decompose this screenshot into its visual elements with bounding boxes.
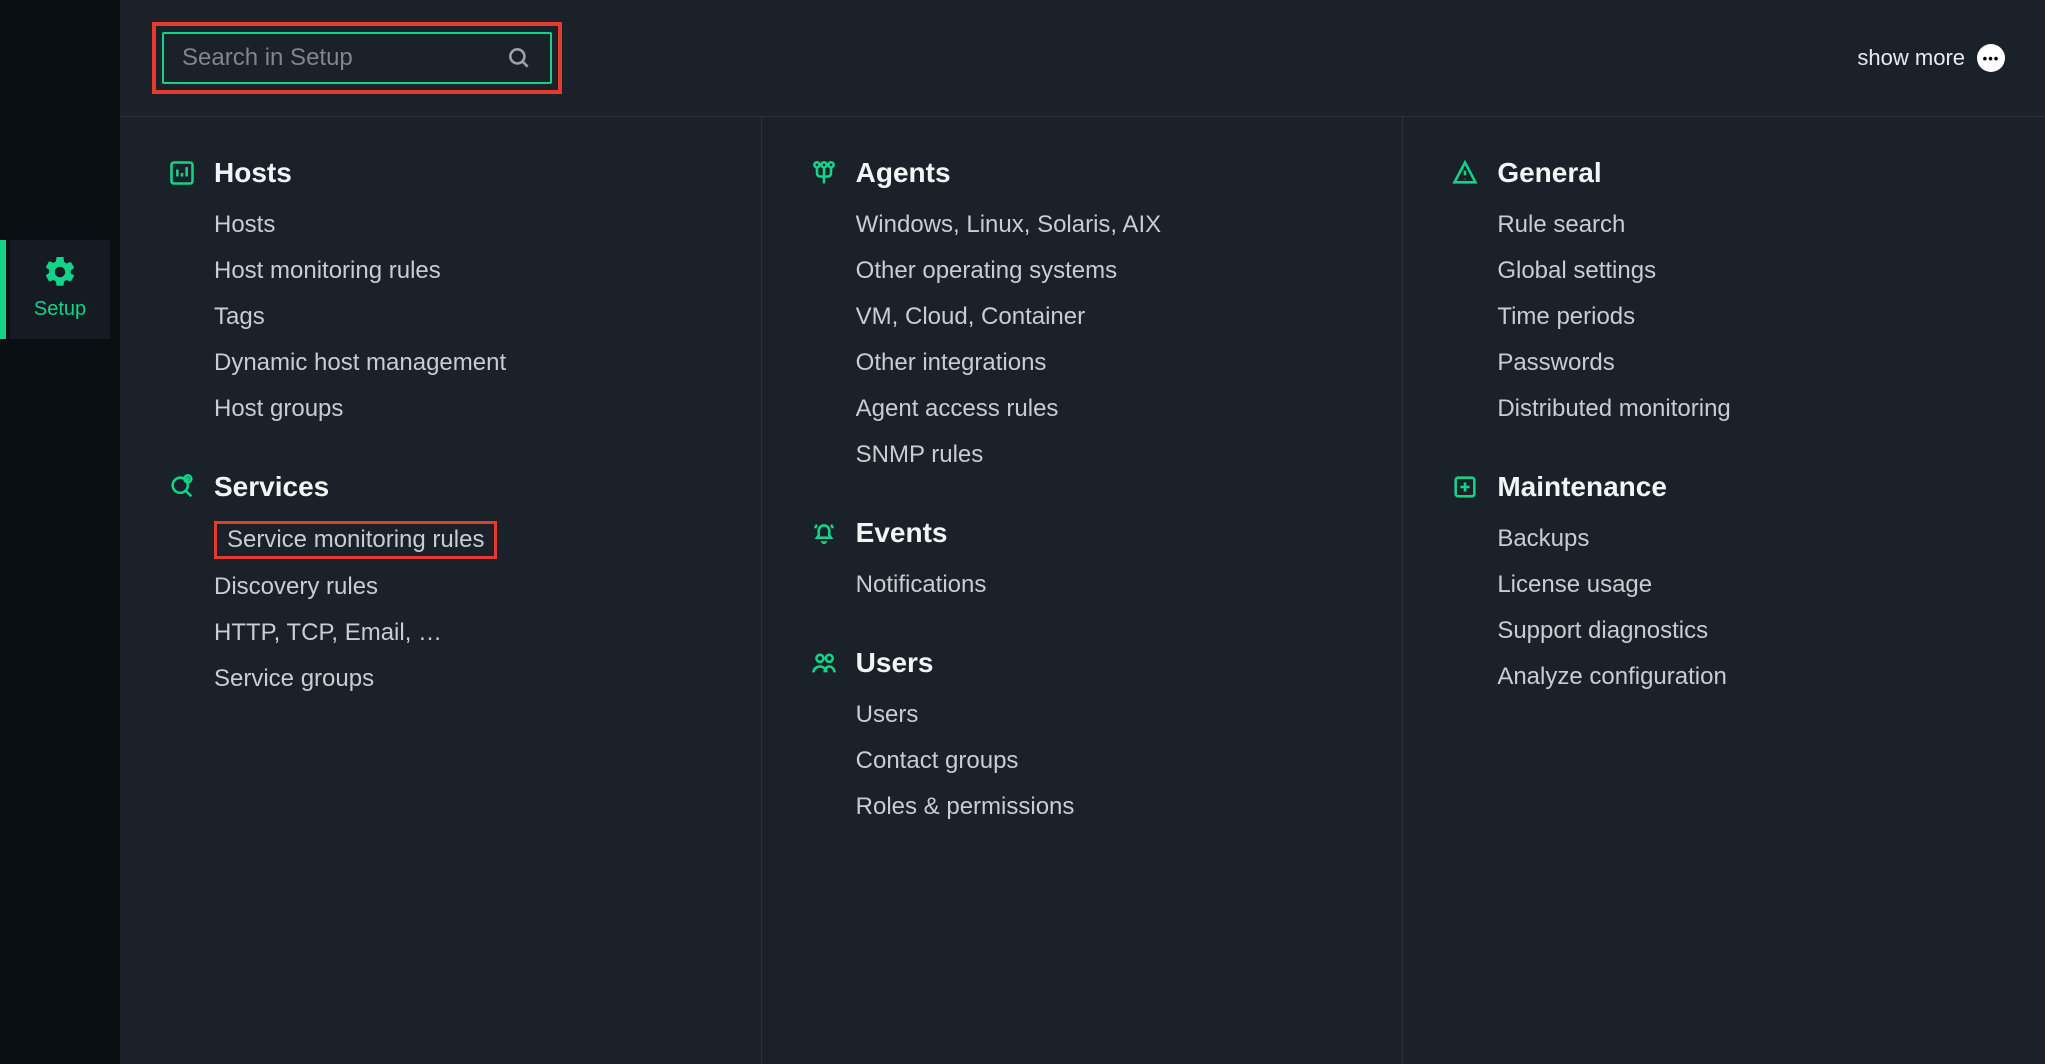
events-icon [810,519,838,547]
item-snmp-rules[interactable]: SNMP rules [856,437,1363,473]
section-general-title: General [1497,157,1601,189]
section-hosts-title: Hosts [214,157,292,189]
show-more-label: show more [1857,45,1965,71]
ellipsis-icon: ••• [1977,44,2005,72]
item-host-groups[interactable]: Host groups [214,391,721,427]
item-windows-linux-solaris-aix[interactable]: Windows, Linux, Solaris, AIX [856,207,1363,243]
column-1: Hosts Hosts Host monitoring rules Tags D… [120,117,762,1064]
item-tags[interactable]: Tags [214,299,721,335]
section-services-items: Service monitoring rules Discovery rules… [214,521,721,697]
item-http-tcp-email[interactable]: HTTP, TCP, Email, … [214,615,721,651]
maintenance-icon [1451,473,1479,501]
section-agents-header[interactable]: Agents [810,157,1363,189]
section-hosts-items: Hosts Host monitoring rules Tags Dynamic… [214,207,721,427]
item-other-integrations[interactable]: Other integrations [856,345,1363,381]
item-license-usage[interactable]: License usage [1497,567,2005,603]
section-general: General Rule search Global settings Time… [1451,157,2005,427]
item-service-groups[interactable]: Service groups [214,661,721,697]
section-maintenance-header[interactable]: Maintenance [1451,471,2005,503]
section-users: Users Users Contact groups Roles & permi… [810,647,1363,825]
item-discovery-rules[interactable]: Discovery rules [214,569,721,605]
gear-icon [42,254,78,290]
section-users-title: Users [856,647,934,679]
section-maintenance-items: Backups License usage Support diagnostic… [1497,521,2005,695]
section-events-title: Events [856,517,948,549]
show-more-button[interactable]: show more ••• [1857,44,2005,72]
section-users-items: Users Contact groups Roles & permissions [856,697,1363,825]
section-maintenance: Maintenance Backups License usage Suppor… [1451,471,2005,695]
column-2: Agents Windows, Linux, Solaris, AIX Othe… [762,117,1404,1064]
section-users-header[interactable]: Users [810,647,1363,679]
hosts-icon [168,159,196,187]
search-highlight-box [152,22,562,94]
general-icon [1451,159,1479,187]
search-icon [506,45,532,71]
section-agents: Agents Windows, Linux, Solaris, AIX Othe… [810,157,1363,473]
item-host-monitoring-rules[interactable]: Host monitoring rules [214,253,721,289]
item-dynamic-host-management[interactable]: Dynamic host management [214,345,721,381]
item-other-operating-systems[interactable]: Other operating systems [856,253,1363,289]
item-service-monitoring-rules[interactable]: Service monitoring rules [214,521,497,559]
item-distributed-monitoring[interactable]: Distributed monitoring [1497,391,2005,427]
section-hosts: Hosts Hosts Host monitoring rules Tags D… [168,157,721,427]
item-passwords[interactable]: Passwords [1497,345,2005,381]
item-time-periods[interactable]: Time periods [1497,299,2005,335]
item-support-diagnostics[interactable]: Support diagnostics [1497,613,2005,649]
section-general-header[interactable]: General [1451,157,2005,189]
main: show more ••• Hosts Hosts Host monitorin… [120,0,2045,1064]
section-events-header[interactable]: Events [810,517,1363,549]
users-icon [810,649,838,677]
section-events: Events Notifications [810,517,1363,603]
search-field[interactable] [162,32,552,84]
nav-setup-label: Setup [34,298,86,321]
topbar: show more ••• [120,0,2045,117]
item-rule-search[interactable]: Rule search [1497,207,2005,243]
nav-setup[interactable]: Setup [10,240,110,339]
item-contact-groups[interactable]: Contact groups [856,743,1363,779]
section-services-header[interactable]: Services [168,471,721,503]
section-services-title: Services [214,471,329,503]
column-3: General Rule search Global settings Time… [1403,117,2045,1064]
agents-icon [810,159,838,187]
services-icon [168,473,196,501]
item-roles-permissions[interactable]: Roles & permissions [856,789,1363,825]
item-agent-access-rules[interactable]: Agent access rules [856,391,1363,427]
section-agents-title: Agents [856,157,951,189]
item-vm-cloud-container[interactable]: VM, Cloud, Container [856,299,1363,335]
section-maintenance-title: Maintenance [1497,471,1667,503]
section-agents-items: Windows, Linux, Solaris, AIX Other opera… [856,207,1363,473]
section-hosts-header[interactable]: Hosts [168,157,721,189]
section-events-items: Notifications [856,567,1363,603]
section-general-items: Rule search Global settings Time periods… [1497,207,2005,427]
content-grid: Hosts Hosts Host monitoring rules Tags D… [120,117,2045,1064]
section-services: Services Service monitoring rules Discov… [168,471,721,697]
item-analyze-configuration[interactable]: Analyze configuration [1497,659,2005,695]
item-hosts[interactable]: Hosts [214,207,721,243]
search-input[interactable] [182,44,506,72]
item-notifications[interactable]: Notifications [856,567,1363,603]
left-rail: Setup [0,0,120,1064]
item-users[interactable]: Users [856,697,1363,733]
item-backups[interactable]: Backups [1497,521,2005,557]
item-global-settings[interactable]: Global settings [1497,253,2005,289]
